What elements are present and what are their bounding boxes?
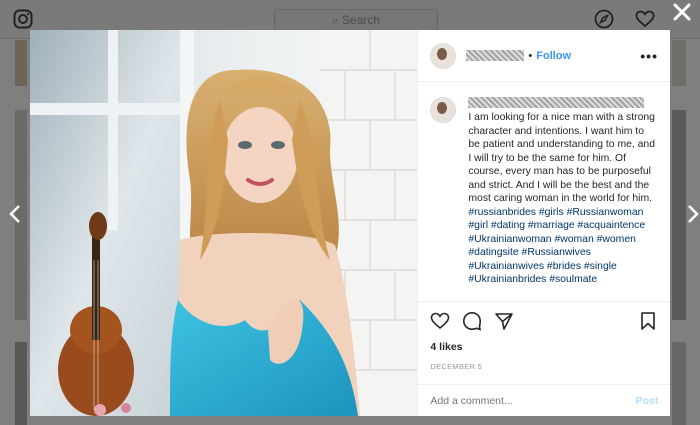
- instagram-logo-icon[interactable]: [13, 9, 33, 29]
- heart-icon[interactable]: [635, 9, 655, 29]
- close-icon[interactable]: [672, 2, 692, 22]
- chevron-left-icon[interactable]: [8, 204, 22, 224]
- caption-hashtags[interactable]: #russianbrides #girls #Russianwoman #gir…: [468, 207, 645, 286]
- search-input[interactable]: ⌕ Search: [274, 9, 438, 31]
- post-header: • Follow •••: [418, 30, 670, 82]
- avatar[interactable]: [430, 42, 457, 69]
- caption: I am looking for a nice man with a stron…: [468, 97, 658, 287]
- post-comment-button[interactable]: Post: [636, 395, 659, 407]
- comment-icon[interactable]: [462, 311, 482, 331]
- caption-row: I am looking for a nice man with a stron…: [430, 97, 658, 287]
- background-tile: [15, 342, 27, 425]
- search-icon: ⌕: [331, 13, 339, 27]
- comment-box: Post: [418, 384, 671, 416]
- post-modal: • Follow ••• I am looking for a nice man…: [30, 30, 671, 416]
- username-redacted[interactable]: [466, 50, 525, 61]
- background-tile: [672, 110, 686, 320]
- follow-button[interactable]: Follow: [536, 50, 571, 62]
- more-options-button[interactable]: •••: [640, 48, 658, 64]
- heart-icon[interactable]: [430, 311, 450, 331]
- separator-dot: •: [528, 49, 533, 62]
- avatar[interactable]: [430, 97, 457, 123]
- post-date: DECEMBER 5: [430, 362, 483, 371]
- caption-username-redacted[interactable]: [468, 97, 645, 108]
- chevron-right-icon[interactable]: [686, 204, 700, 224]
- post-details-panel: • Follow ••• I am looking for a nice man…: [417, 30, 671, 416]
- comment-input[interactable]: [430, 394, 636, 407]
- background-tile: [15, 40, 27, 86]
- post-photo[interactable]: [30, 30, 418, 416]
- caption-text: I am looking for a nice man with a stron…: [468, 112, 655, 204]
- compass-icon[interactable]: [594, 9, 614, 29]
- share-icon[interactable]: [494, 311, 514, 331]
- post-photo-illustration: [30, 30, 418, 416]
- post-actions: 4 likes DECEMBER 5: [418, 301, 671, 371]
- background-tile: [672, 342, 686, 425]
- action-icons-row: [430, 310, 658, 332]
- bookmark-icon[interactable]: [638, 311, 658, 331]
- background-tile: [672, 40, 686, 86]
- likes-count[interactable]: 4 likes: [430, 341, 658, 353]
- caption-area: I am looking for a nice man with a stron…: [418, 83, 670, 301]
- search-placeholder: Search: [342, 13, 381, 27]
